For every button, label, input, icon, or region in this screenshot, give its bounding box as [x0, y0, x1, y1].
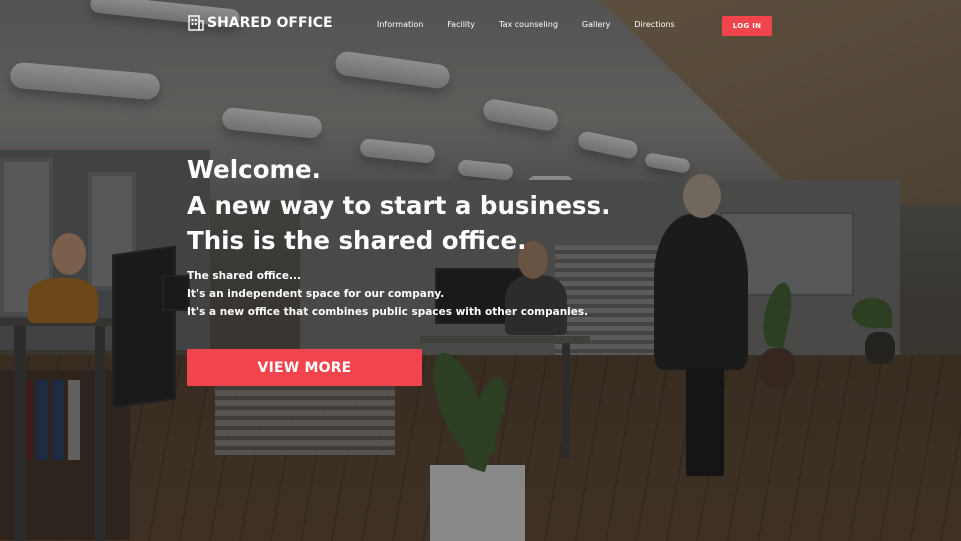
nav-item-facility[interactable]: Facility: [447, 20, 475, 29]
nav-item-gallery[interactable]: Gallery: [582, 20, 611, 29]
description-line: The shared office...: [187, 270, 301, 282]
hero-headline: Welcome. A new way to start a business. …: [187, 152, 610, 259]
hero-description: The shared office... It's an independent…: [187, 267, 588, 321]
description-line: It's a new office that combines public s…: [187, 306, 589, 318]
brand-logo[interactable]: SHARED OFFICE: [188, 15, 333, 31]
main-menu: Information Facility Tax counseling Gall…: [377, 20, 699, 29]
hero-section: SHARED OFFICE Information Facility Tax c…: [0, 0, 961, 541]
headline-line: Welcome.: [187, 155, 321, 184]
login-button[interactable]: LOG IN: [722, 16, 772, 36]
view-more-button[interactable]: VIEW MORE: [187, 349, 422, 386]
top-navigation: SHARED OFFICE Information Facility Tax c…: [0, 0, 961, 52]
nav-item-information[interactable]: Information: [377, 20, 423, 29]
nav-item-tax-counseling[interactable]: Tax counseling: [499, 20, 558, 29]
description-line: It's an independent space for our compan…: [187, 288, 445, 300]
headline-line: This is the shared office.: [187, 226, 527, 255]
headline-line: A new way to start a business.: [187, 190, 611, 220]
building-icon: [188, 15, 204, 31]
brand-name: SHARED OFFICE: [207, 15, 333, 31]
nav-item-directions[interactable]: Directions: [634, 20, 674, 29]
